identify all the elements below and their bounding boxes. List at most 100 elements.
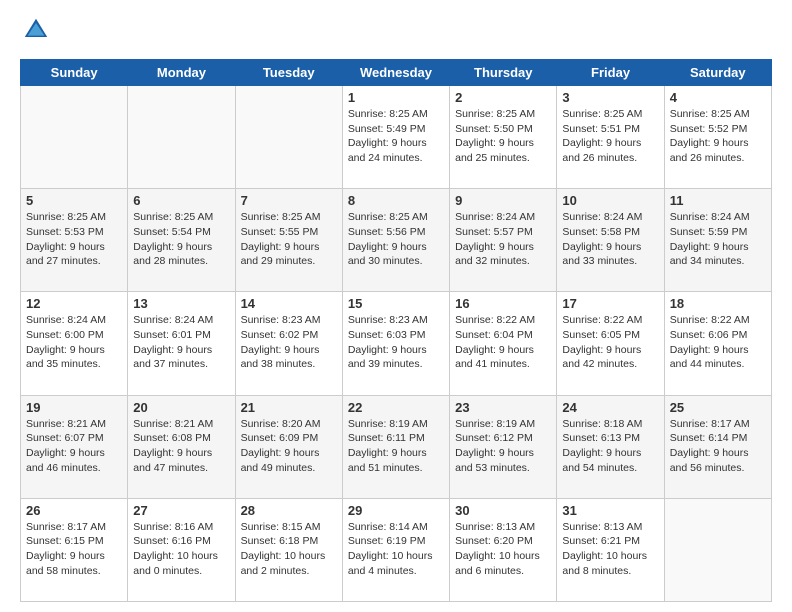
day-info: Sunrise: 8:25 AMSunset: 5:51 PMDaylight:… (562, 107, 658, 166)
day-number: 29 (348, 503, 444, 518)
calendar-cell: 17Sunrise: 8:22 AMSunset: 6:05 PMDayligh… (557, 292, 664, 395)
calendar: SundayMondayTuesdayWednesdayThursdayFrid… (20, 59, 772, 602)
weekday-header-row: SundayMondayTuesdayWednesdayThursdayFrid… (21, 60, 772, 86)
calendar-cell: 14 Sunrise: 8:23 AMSunset: 6:02 PMDayligh… (235, 292, 342, 395)
day-info: Sunrise: 8:23 AMSunset: 6:03 PMDaylight:… (348, 313, 444, 372)
day-info: Sunrise: 8:19 AMSunset: 6:12 PMDaylight:… (455, 417, 551, 476)
day-info: Sunrise: 8:13 AMSunset: 6:21 PMDaylight:… (562, 520, 658, 579)
day-info: Sunrise: 8:25 AMSunset: 5:50 PMDaylight:… (455, 107, 551, 166)
day-number: 21 (241, 400, 337, 415)
day-info: Sunrise: 8:15 AMSunset: 6:18 PMDaylight:… (241, 520, 337, 579)
day-info: Sunrise: 8:24 AMSunset: 5:57 PMDaylight:… (455, 210, 551, 269)
calendar-cell (664, 498, 771, 601)
day-number: 24 (562, 400, 658, 415)
week-row-1: 1 Sunrise: 8:25 AMSunset: 5:49 PMDaylight… (21, 86, 772, 189)
week-row-2: 5 Sunrise: 8:25 AMSunset: 5:53 PMDaylight… (21, 189, 772, 292)
calendar-cell: 13Sunrise: 8:24 AMSunset: 6:01 PMDayligh… (128, 292, 235, 395)
header (20, 16, 772, 49)
day-number: 25 (670, 400, 766, 415)
calendar-cell: 19 Sunrise: 8:21 AMSunset: 6:07 PMDayligh… (21, 395, 128, 498)
weekday-header-sunday: Sunday (21, 60, 128, 86)
calendar-cell: 2Sunrise: 8:25 AMSunset: 5:50 PMDaylight… (450, 86, 557, 189)
day-number: 14 (241, 296, 337, 311)
calendar-cell: 1 Sunrise: 8:25 AMSunset: 5:49 PMDaylight… (342, 86, 449, 189)
calendar-cell: 28 Sunrise: 8:15 AMSunset: 6:18 PMDayligh… (235, 498, 342, 601)
day-info: Sunrise: 8:16 AMSunset: 6:16 PMDaylight:… (133, 520, 229, 579)
logo-icon (22, 16, 50, 44)
day-number: 19 (26, 400, 122, 415)
day-number: 11 (670, 193, 766, 208)
logo (20, 16, 54, 49)
day-number: 10 (562, 193, 658, 208)
day-number: 13 (133, 296, 229, 311)
day-info: Sunrise: 8:25 AMSunset: 5:49 PMDaylight:… (348, 107, 444, 166)
day-number: 28 (241, 503, 337, 518)
day-info: Sunrise: 8:17 AMSunset: 6:15 PMDaylight:… (26, 520, 122, 579)
calendar-cell: 23Sunrise: 8:19 AMSunset: 6:12 PMDayligh… (450, 395, 557, 498)
day-info: Sunrise: 8:24 AMSunset: 6:00 PMDaylight:… (26, 313, 122, 372)
day-info: Sunrise: 8:22 AMSunset: 6:04 PMDaylight:… (455, 313, 551, 372)
page: SundayMondayTuesdayWednesdayThursdayFrid… (0, 0, 792, 612)
calendar-cell: 27 Sunrise: 8:16 AMSunset: 6:16 PMDayligh… (128, 498, 235, 601)
day-number: 4 (670, 90, 766, 105)
calendar-cell: 4 Sunrise: 8:25 AMSunset: 5:52 PMDaylight… (664, 86, 771, 189)
week-row-3: 12 Sunrise: 8:24 AMSunset: 6:00 PMDayligh… (21, 292, 772, 395)
day-number: 18 (670, 296, 766, 311)
day-info: Sunrise: 8:25 AMSunset: 5:55 PMDaylight:… (241, 210, 337, 269)
day-number: 27 (133, 503, 229, 518)
day-number: 9 (455, 193, 551, 208)
day-info: Sunrise: 8:14 AMSunset: 6:19 PMDaylight:… (348, 520, 444, 579)
weekday-header-tuesday: Tuesday (235, 60, 342, 86)
calendar-cell: 7 Sunrise: 8:25 AMSunset: 5:55 PMDaylight… (235, 189, 342, 292)
day-number: 26 (26, 503, 122, 518)
weekday-header-friday: Friday (557, 60, 664, 86)
calendar-cell: 25 Sunrise: 8:17 AMSunset: 6:14 PMDayligh… (664, 395, 771, 498)
calendar-cell: 31Sunrise: 8:13 AMSunset: 6:21 PMDayligh… (557, 498, 664, 601)
day-number: 7 (241, 193, 337, 208)
day-info: Sunrise: 8:24 AMSunset: 5:59 PMDaylight:… (670, 210, 766, 269)
day-info: Sunrise: 8:25 AMSunset: 5:53 PMDaylight:… (26, 210, 122, 269)
day-number: 5 (26, 193, 122, 208)
calendar-cell (21, 86, 128, 189)
calendar-cell: 9 Sunrise: 8:24 AMSunset: 5:57 PMDaylight… (450, 189, 557, 292)
day-number: 30 (455, 503, 551, 518)
day-number: 20 (133, 400, 229, 415)
day-info: Sunrise: 8:25 AMSunset: 5:56 PMDaylight:… (348, 210, 444, 269)
weekday-header-thursday: Thursday (450, 60, 557, 86)
calendar-cell (235, 86, 342, 189)
day-info: Sunrise: 8:20 AMSunset: 6:09 PMDaylight:… (241, 417, 337, 476)
calendar-cell: 26 Sunrise: 8:17 AMSunset: 6:15 PMDayligh… (21, 498, 128, 601)
calendar-cell (128, 86, 235, 189)
calendar-cell: 18 Sunrise: 8:22 AMSunset: 6:06 PMDayligh… (664, 292, 771, 395)
calendar-cell: 8 Sunrise: 8:25 AMSunset: 5:56 PMDaylight… (342, 189, 449, 292)
day-number: 1 (348, 90, 444, 105)
day-info: Sunrise: 8:22 AMSunset: 6:06 PMDaylight:… (670, 313, 766, 372)
day-number: 22 (348, 400, 444, 415)
day-info: Sunrise: 8:21 AMSunset: 6:07 PMDaylight:… (26, 417, 122, 476)
calendar-cell: 30 Sunrise: 8:13 AMSunset: 6:20 PMDayligh… (450, 498, 557, 601)
day-number: 12 (26, 296, 122, 311)
calendar-cell: 12 Sunrise: 8:24 AMSunset: 6:00 PMDayligh… (21, 292, 128, 395)
week-row-5: 26 Sunrise: 8:17 AMSunset: 6:15 PMDayligh… (21, 498, 772, 601)
calendar-cell: 15 Sunrise: 8:23 AMSunset: 6:03 PMDayligh… (342, 292, 449, 395)
day-number: 15 (348, 296, 444, 311)
day-info: Sunrise: 8:23 AMSunset: 6:02 PMDaylight:… (241, 313, 337, 372)
day-info: Sunrise: 8:25 AMSunset: 5:52 PMDaylight:… (670, 107, 766, 166)
day-number: 17 (562, 296, 658, 311)
week-row-4: 19 Sunrise: 8:21 AMSunset: 6:07 PMDayligh… (21, 395, 772, 498)
day-info: Sunrise: 8:17 AMSunset: 6:14 PMDaylight:… (670, 417, 766, 476)
day-info: Sunrise: 8:21 AMSunset: 6:08 PMDaylight:… (133, 417, 229, 476)
weekday-header-saturday: Saturday (664, 60, 771, 86)
day-number: 16 (455, 296, 551, 311)
day-info: Sunrise: 8:13 AMSunset: 6:20 PMDaylight:… (455, 520, 551, 579)
calendar-cell: 10Sunrise: 8:24 AMSunset: 5:58 PMDayligh… (557, 189, 664, 292)
calendar-cell: 3Sunrise: 8:25 AMSunset: 5:51 PMDaylight… (557, 86, 664, 189)
weekday-header-wednesday: Wednesday (342, 60, 449, 86)
day-number: 6 (133, 193, 229, 208)
calendar-cell: 20 Sunrise: 8:21 AMSunset: 6:08 PMDayligh… (128, 395, 235, 498)
weekday-header-monday: Monday (128, 60, 235, 86)
calendar-cell: 22Sunrise: 8:19 AMSunset: 6:11 PMDayligh… (342, 395, 449, 498)
calendar-cell: 5 Sunrise: 8:25 AMSunset: 5:53 PMDaylight… (21, 189, 128, 292)
calendar-cell: 24Sunrise: 8:18 AMSunset: 6:13 PMDayligh… (557, 395, 664, 498)
day-number: 8 (348, 193, 444, 208)
